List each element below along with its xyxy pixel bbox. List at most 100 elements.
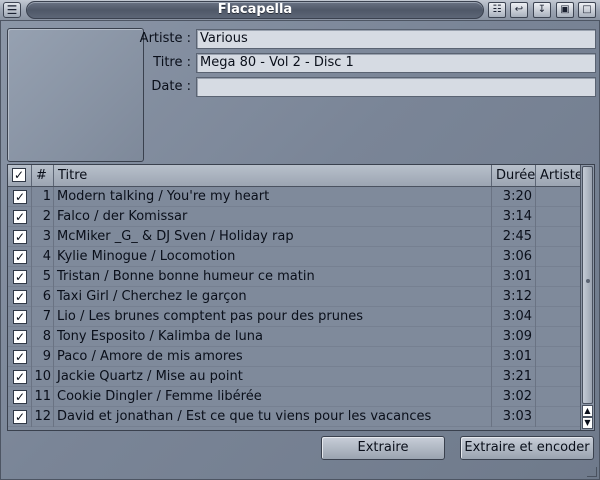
track-checkbox[interactable]: ✓ — [13, 410, 27, 424]
close-button[interactable]: □ — [578, 2, 596, 18]
scrollbar-thumb[interactable] — [582, 166, 593, 404]
extraire-button[interactable]: Extraire — [321, 436, 445, 460]
track-duration: 3:02 — [492, 387, 536, 407]
zoom-icon: ▣ — [560, 4, 570, 15]
window-menu-button[interactable]: ☰ — [3, 2, 21, 18]
track-title: Paco / Amore de mis amores — [54, 347, 492, 367]
title-plate[interactable]: Flacapella — [26, 1, 484, 19]
depth-button[interactable]: ↩ — [510, 2, 528, 18]
arrow-up-icon: ▲ — [584, 406, 591, 415]
track-number: 3 — [32, 227, 54, 247]
track-checkbox[interactable]: ✓ — [13, 250, 27, 264]
track-checkbox[interactable]: ✓ — [13, 350, 27, 364]
vertical-scrollbar[interactable]: ▲ ▼ — [580, 165, 594, 430]
track-artist — [536, 327, 580, 347]
cover-art-area[interactable] — [7, 28, 144, 162]
table-row[interactable]: ✓ 7 Lio / Les brunes comptent pas pour des… — [8, 307, 580, 327]
snapshot-icon: ↧ — [537, 4, 547, 15]
track-checkbox-cell: ✓ — [8, 247, 32, 267]
table-row[interactable]: ✓ 12 David et jonathan / Est ce que tu vie… — [8, 407, 580, 427]
table-row[interactable]: ✓ 10 Jackie Quartz / Mise au point 3:21 — [8, 367, 580, 387]
track-checkbox-cell: ✓ — [8, 327, 32, 347]
titre-field[interactable]: Mega 80 - Vol 2 - Disc 1 — [196, 53, 596, 73]
track-number: 1 — [32, 187, 54, 207]
scroll-down-button[interactable]: ▼ — [582, 417, 593, 429]
track-title: McMiker _G_ & DJ Sven / Holiday rap — [54, 227, 492, 247]
iconify-icon: ☷ — [492, 4, 502, 15]
track-duration: 3:04 — [492, 307, 536, 327]
table-row[interactable]: ✓ 4 Kylie Minogue / Locomotion 3:06 — [8, 247, 580, 267]
grip-icon — [586, 279, 590, 283]
track-duration: 3:21 — [492, 367, 536, 387]
arrow-down-icon: ▼ — [584, 418, 591, 427]
table-row[interactable]: ✓ 6 Taxi Girl / Cherchez le garçon 3:12 — [8, 287, 580, 307]
track-number: 7 — [32, 307, 54, 327]
track-number: 6 — [32, 287, 54, 307]
depth-icon: ↩ — [514, 4, 524, 15]
track-checkbox[interactable]: ✓ — [13, 310, 27, 324]
track-title: Falco / der Komissar — [54, 207, 492, 227]
track-title: Modern talking / You're my heart — [54, 187, 492, 207]
track-number: 5 — [32, 267, 54, 287]
header-number[interactable]: # — [32, 165, 54, 186]
track-artist — [536, 407, 580, 427]
track-checkbox[interactable]: ✓ — [13, 270, 27, 284]
table-row[interactable]: ✓ 2 Falco / der Komissar 3:14 — [8, 207, 580, 227]
track-number: 2 — [32, 207, 54, 227]
window-title: Flacapella — [217, 2, 293, 17]
track-artist — [536, 367, 580, 387]
header-duree[interactable]: Durée — [492, 165, 536, 186]
track-artist — [536, 247, 580, 267]
table-row[interactable]: ✓ 8 Tony Esposito / Kalimba de luna 3:09 — [8, 327, 580, 347]
resize-grip[interactable] — [587, 467, 597, 477]
track-checkbox-cell: ✓ — [8, 267, 32, 287]
track-list: ✓ 1 Modern talking / You're my heart 3:20 ✓ 2… — [8, 187, 580, 430]
close-icon: □ — [582, 4, 592, 15]
track-title: Tony Esposito / Kalimba de luna — [54, 327, 492, 347]
header-check-all[interactable]: ✓ — [8, 165, 32, 186]
extraire-encoder-button[interactable]: Extraire et encoder — [460, 436, 594, 460]
track-number: 12 — [32, 407, 54, 427]
title-bar: ☰ Flacapella ☷ ↩ ↧ ▣ □ — [0, 0, 600, 21]
header-artiste[interactable]: Artiste — [536, 165, 580, 186]
track-duration: 2:45 — [492, 227, 536, 247]
track-duration: 3:20 — [492, 187, 536, 207]
table-row[interactable]: ✓ 3 McMiker _G_ & DJ Sven / Holiday rap 2:4… — [8, 227, 580, 247]
scroll-up-button[interactable]: ▲ — [582, 405, 593, 417]
track-checkbox[interactable]: ✓ — [13, 230, 27, 244]
main-window: Artiste : Various Titre : Mega 80 - Vol … — [0, 21, 600, 480]
track-artist — [536, 267, 580, 287]
track-title: David et jonathan / Est ce que tu viens … — [54, 407, 492, 427]
track-checkbox-cell: ✓ — [8, 367, 32, 387]
track-title: Cookie Dingler / Femme libérée — [54, 387, 492, 407]
table-row[interactable]: ✓ 5 Tristan / Bonne bonne humeur ce matin 3… — [8, 267, 580, 287]
track-duration: 3:01 — [492, 267, 536, 287]
track-checkbox[interactable]: ✓ — [13, 330, 27, 344]
track-number: 4 — [32, 247, 54, 267]
track-checkbox-cell: ✓ — [8, 347, 32, 367]
track-number: 11 — [32, 387, 54, 407]
snapshot-button[interactable]: ↧ — [533, 2, 551, 18]
date-label: Date : — [151, 79, 191, 94]
track-checkbox[interactable]: ✓ — [13, 190, 27, 204]
track-number: 10 — [32, 367, 54, 387]
artiste-field[interactable]: Various — [196, 29, 596, 49]
track-artist — [536, 307, 580, 327]
iconify-button[interactable]: ☷ — [488, 2, 506, 18]
table-row[interactable]: ✓ 9 Paco / Amore de mis amores 3:01 — [8, 347, 580, 367]
track-artist — [536, 207, 580, 227]
track-checkbox-cell: ✓ — [8, 307, 32, 327]
date-field[interactable] — [196, 77, 596, 97]
track-checkbox-cell: ✓ — [8, 407, 32, 427]
track-number: 9 — [32, 347, 54, 367]
table-row[interactable]: ✓ 11 Cookie Dingler / Femme libérée 3:02 — [8, 387, 580, 407]
zoom-button[interactable]: ▣ — [556, 2, 574, 18]
header-titre[interactable]: Titre — [54, 165, 492, 186]
table-row[interactable]: ✓ 1 Modern talking / You're my heart 3:20 — [8, 187, 580, 207]
track-checkbox[interactable]: ✓ — [13, 210, 27, 224]
track-checkbox[interactable]: ✓ — [13, 370, 27, 384]
track-checkbox[interactable]: ✓ — [13, 390, 27, 404]
track-duration: 3:01 — [492, 347, 536, 367]
track-title: Kylie Minogue / Locomotion — [54, 247, 492, 267]
track-checkbox[interactable]: ✓ — [13, 290, 27, 304]
